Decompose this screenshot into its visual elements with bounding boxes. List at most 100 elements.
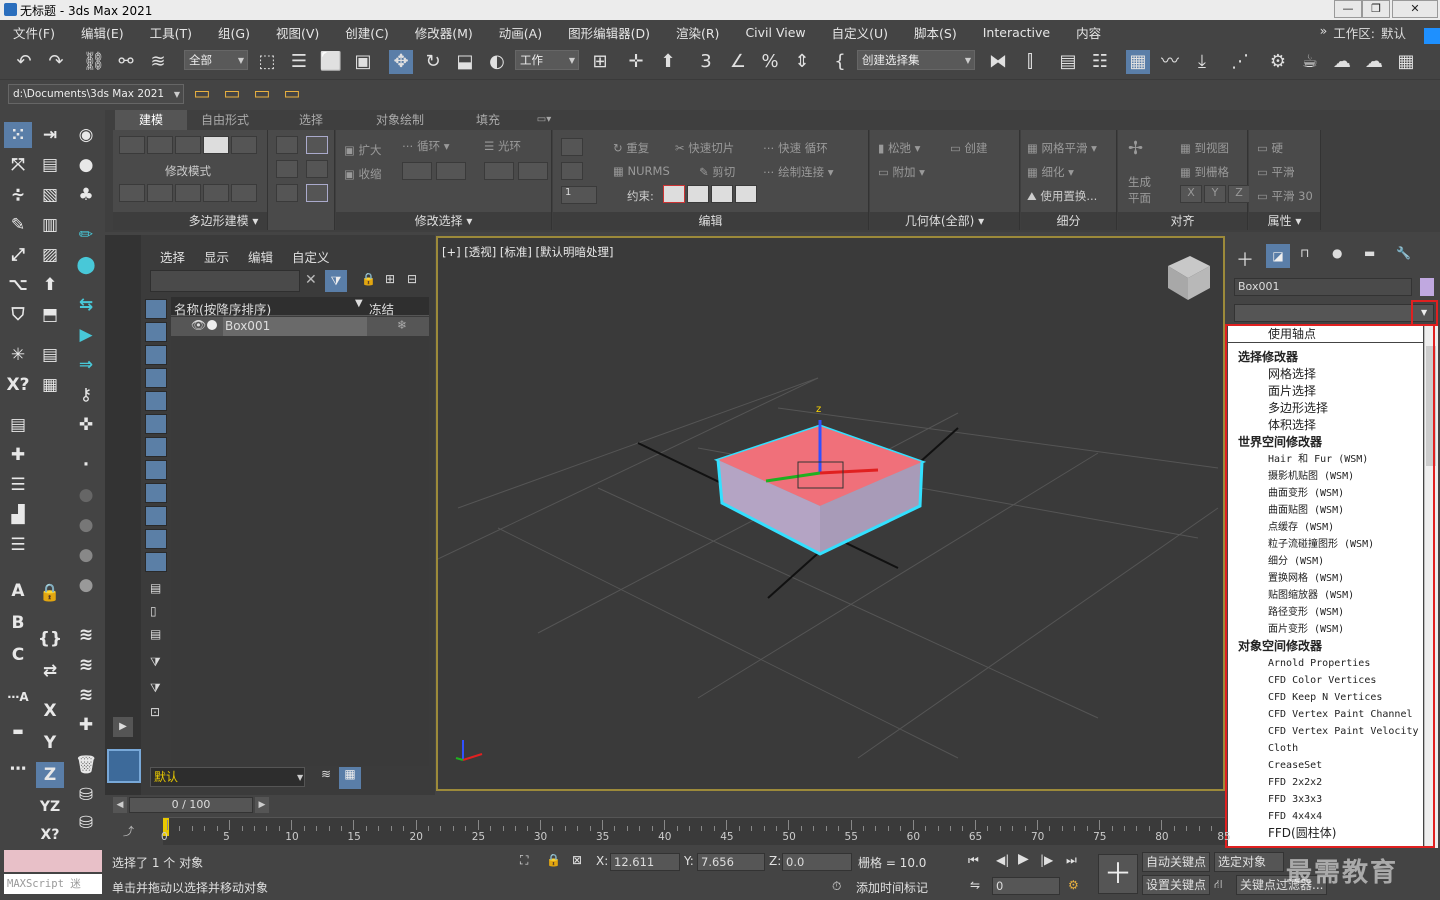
nurms-btn[interactable]: ▦ NURMS xyxy=(613,164,670,178)
circle-icon-3[interactable]: ● xyxy=(72,572,100,598)
modifier-list-dropdown[interactable] xyxy=(1234,304,1434,322)
dots-a-icon[interactable]: ⋯A xyxy=(4,684,32,710)
tweak-icon[interactable] xyxy=(561,162,583,180)
bevel-tool-icon[interactable]: ▨ xyxy=(36,242,64,268)
grow-icon[interactable] xyxy=(276,184,298,202)
meshsmooth-btn[interactable]: ▦ 网格平滑 ▾ xyxy=(1027,140,1097,156)
set-key-button[interactable]: 设置关键点 xyxy=(1142,875,1211,895)
project-path-dropdown[interactable]: d:\Documents\3ds Max 2021 xyxy=(8,84,184,104)
add-stack-icon[interactable]: ✚ xyxy=(72,712,100,738)
ribbon-toggle-icon[interactable]: ▦ xyxy=(1126,50,1150,74)
quickslice-btn[interactable]: ✂ 快速切片 xyxy=(675,140,734,156)
menu-overflow[interactable]: » xyxy=(1320,23,1328,42)
redo-icon[interactable]: ↷ xyxy=(44,50,68,74)
auto-key-button[interactable]: 自动关键点 xyxy=(1142,852,1211,872)
select-object-icon[interactable]: ⬚ xyxy=(255,50,279,74)
add-layer-icon[interactable]: ✚ xyxy=(4,442,32,468)
filter-funnel-2-icon[interactable]: ⧩ xyxy=(150,681,161,696)
edit-spinner[interactable]: 1 xyxy=(561,186,597,204)
shrink-icon[interactable] xyxy=(306,160,328,178)
panel-modify-selection-title[interactable]: 修改选择 ▾ xyxy=(336,212,551,230)
layer-stack-icon[interactable]: ≋ xyxy=(72,622,100,648)
minimize-button[interactable]: — xyxy=(1334,0,1362,18)
object-paint-icon[interactable]: ◉ xyxy=(72,122,100,148)
cut-tool-icon[interactable]: ⌥ xyxy=(4,272,32,298)
perspective-viewport[interactable]: [+] [透视] [标准] [默认明暗处理] z xyxy=(436,236,1225,791)
paintconnect-btn[interactable]: ⋯ 绘制连接 ▾ xyxy=(763,164,834,180)
collapse-toolbar-button[interactable]: ▶ xyxy=(113,717,133,737)
edge-tool-icon[interactable]: ▧ xyxy=(36,182,64,208)
snap-tool-icon[interactable]: ✳ xyxy=(4,342,32,368)
scene-explorer-toggle-icon[interactable]: ▤ xyxy=(1056,50,1080,74)
genplane-label-2[interactable]: 平面 xyxy=(1128,190,1151,206)
place-icon[interactable]: ◐ xyxy=(485,50,509,74)
panel-geometry-title[interactable]: 几何体(全部) ▾ xyxy=(870,212,1019,230)
toggle-end-result-icon[interactable] xyxy=(231,184,257,202)
smooth-btn[interactable]: ▭ 平滑 xyxy=(1257,164,1295,180)
se-menu-edit[interactable]: 编辑 xyxy=(248,247,273,266)
render-cloud-icon[interactable]: ☁ xyxy=(1362,50,1386,74)
usedisplace-btn[interactable]: ⛰ 使用置换... xyxy=(1027,188,1097,204)
col-name-header[interactable]: 名称(按降序排序) xyxy=(174,299,271,318)
axis-x-button[interactable]: X xyxy=(36,698,64,724)
selection-lock-icon[interactable]: 🔒 xyxy=(546,853,561,867)
tessellate-btn[interactable]: ▦ 细化 ▾ xyxy=(1027,164,1074,180)
key-filter-icon[interactable]: ⛙ xyxy=(1214,877,1222,893)
tab-freeform[interactable]: 自由形式 xyxy=(190,110,260,130)
constraint-none-icon[interactable] xyxy=(663,185,685,203)
viewport-layout-button[interactable] xyxy=(107,749,141,783)
y-coordinate-field[interactable]: 7.656 xyxy=(697,853,765,871)
connect-tool-icon[interactable]: ⤢ xyxy=(4,242,32,268)
select-manipulate-icon[interactable]: ✛ xyxy=(624,50,648,74)
ring-shrink-icon[interactable] xyxy=(518,162,548,180)
shrink-label[interactable]: ▣ 收缩 xyxy=(344,166,382,182)
loop-grow-icon[interactable] xyxy=(402,162,432,180)
set-project-icon[interactable]: ▭ xyxy=(280,82,304,106)
object-name-cell[interactable]: Box001 xyxy=(223,317,367,336)
create-project-icon[interactable]: ▭ xyxy=(250,82,274,106)
togrid-btn[interactable]: ▦ 到栅格 xyxy=(1180,164,1229,180)
selection-filter-dropdown[interactable]: 全部 xyxy=(184,50,248,70)
rect-region-icon[interactable]: ⬜ xyxy=(319,50,343,74)
align-icon[interactable]: ⫿ xyxy=(1018,50,1042,74)
material-editor-icon[interactable]: ⋰ xyxy=(1228,50,1252,74)
constraint-face-icon[interactable] xyxy=(711,185,733,203)
tab-selection[interactable]: 选择 xyxy=(285,110,337,130)
time-next-icon[interactable]: ▶ xyxy=(255,797,269,813)
menu-scripting[interactable]: 脚本(S) xyxy=(901,23,970,42)
constraint-edge-icon[interactable] xyxy=(687,185,709,203)
modify-mode-label[interactable]: 修改模式 xyxy=(165,163,211,179)
display-none-icon[interactable]: ▯ xyxy=(150,604,157,618)
axis-z-button[interactable]: Z xyxy=(36,762,64,788)
lock-icon[interactable]: 🔒 xyxy=(36,580,64,606)
hierarchy-panel-icon[interactable]: ⊓ xyxy=(1300,246,1309,260)
clear-search-icon[interactable]: ✕ xyxy=(305,272,317,288)
axis-xp-button[interactable]: X? xyxy=(36,822,64,848)
project-folder-icon[interactable]: ▭ xyxy=(190,82,214,106)
element-mode-icon[interactable] xyxy=(231,136,257,154)
layer-stack-2-icon[interactable]: ≋ xyxy=(72,652,100,678)
maxscript-input[interactable]: MAXScript 迷 xyxy=(4,874,102,894)
strip-tool-icon[interactable]: ▥ xyxy=(36,212,64,238)
pen-select-icon[interactable]: ⛉ xyxy=(4,302,32,328)
extrude-tool-icon[interactable]: ⬆ xyxy=(36,272,64,298)
object-name-field[interactable]: Box001 xyxy=(1234,278,1412,296)
current-frame-field[interactable]: 0 xyxy=(992,877,1060,895)
rendered-frame-icon[interactable]: ☕ xyxy=(1298,50,1322,74)
menu-view[interactable]: 视图(V) xyxy=(263,23,332,42)
boxes-icon[interactable]: ▤ xyxy=(36,152,64,178)
select-rotate-icon[interactable]: ↻ xyxy=(421,50,445,74)
ring-icon[interactable] xyxy=(306,184,328,202)
ribbon-options-icon[interactable]: ▭▾ xyxy=(529,110,559,130)
named-selection-dropdown[interactable]: 创建选择集 xyxy=(857,50,975,70)
selected-object-dropdown[interactable]: 选定对象 xyxy=(1214,852,1284,872)
select-region-icon[interactable]: ⇥ xyxy=(36,122,64,148)
select-scale-icon[interactable]: ⬓ xyxy=(453,50,477,74)
menu-interactive[interactable]: Interactive xyxy=(970,25,1063,40)
panel-properties-title[interactable]: 属性 ▾ xyxy=(1249,212,1320,230)
cylinder-icon[interactable]: ⛁ xyxy=(72,782,100,808)
edit-named-sel-icon[interactable]: { xyxy=(828,50,852,74)
menu-rendering[interactable]: 渲染(R) xyxy=(663,23,732,42)
by-angle-icon[interactable] xyxy=(276,160,298,178)
abs-mode-icon[interactable]: ⊠ xyxy=(572,853,582,867)
